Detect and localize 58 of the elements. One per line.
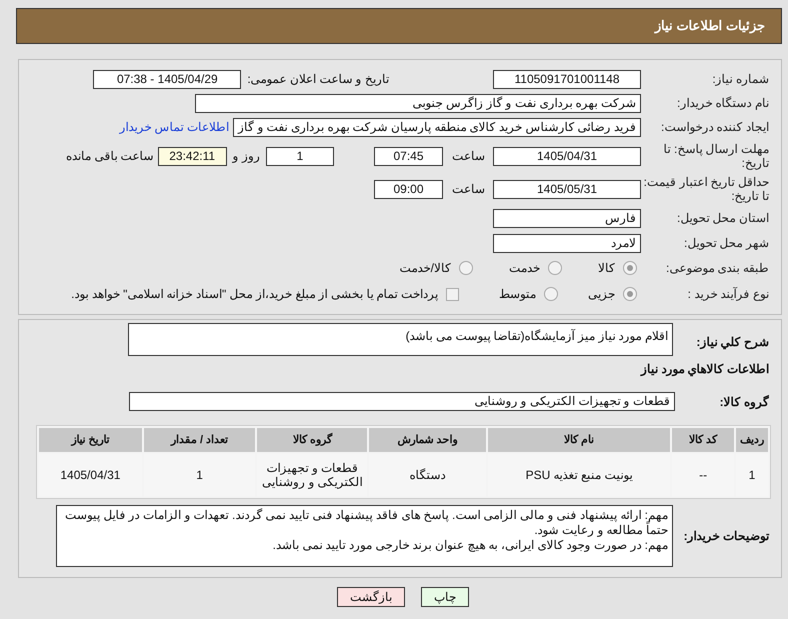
- field-label: تاریخ و ساعت اعلان عمومی:: [247, 71, 389, 88]
- radio-button[interactable]: [544, 287, 558, 301]
- text-field[interactable]: 1105091701001148: [493, 70, 641, 88]
- column-header: نام کالا: [488, 428, 670, 452]
- field-label: طبقه بندی موضوعی:: [664, 261, 769, 275]
- field-label: گروه کالا:: [718, 394, 769, 410]
- field-label: مهلت ارسال پاسخ: تا تاریخ:: [662, 142, 769, 170]
- text-field[interactable]: لامرد: [493, 234, 641, 252]
- text-field[interactable]: 09:00: [374, 180, 443, 198]
- radio-button[interactable]: [623, 261, 637, 275]
- field-label: نام دستگاه خریدار:: [676, 96, 769, 110]
- field-label: استان محل تحویل:: [676, 211, 769, 225]
- field-label: ایجاد کننده درخواست:: [660, 120, 769, 134]
- text-field[interactable]: 1405/05/31: [493, 180, 641, 198]
- note-text: مهم: ارائه پیشنهاد فنی و مالی الزامی است. پاسخ های فاقد پیشنهاد فنی تایید نمی گردند. تعهدات و الزامات در فایل پیوست حتماً مطالعه و رعایت شود.: [64, 508, 668, 538]
- note-text: مهم: در صورت وجود کالای ایرانی، به هیچ عنوان برند خارجی مورد تایید نمی باشد.: [272, 538, 668, 553]
- field-label: شماره نیاز:: [711, 72, 769, 86]
- radio-label: جزیی: [588, 286, 615, 303]
- column-header: واحد شمارش: [369, 428, 486, 452]
- text-field[interactable]: فارس: [493, 208, 641, 228]
- text-field[interactable]: 23:42:11: [158, 146, 227, 166]
- text-field[interactable]: 1405/04/29 - 07:38: [93, 70, 242, 88]
- radio-button[interactable]: [548, 261, 562, 275]
- field-label: شهر محل تحویل:: [682, 236, 769, 250]
- field-label: نوع فرآیند خرید :: [686, 287, 769, 301]
- column-header: تاریخ نیاز: [39, 428, 142, 452]
- radio-button[interactable]: [459, 261, 473, 275]
- checkbox[interactable]: [446, 288, 459, 300]
- notes-box[interactable]: [56, 505, 673, 567]
- radio-label: متوسط: [499, 286, 536, 303]
- text-field[interactable]: فرید رضائی کارشناس خرید کالای منطقه پارسیان شرکت بهره برداری نفت و گاز: [232, 118, 641, 136]
- column-header: کد کالا: [672, 428, 734, 452]
- field-label: روز و: [232, 148, 260, 165]
- radio-label: خدمت: [509, 260, 540, 277]
- radio-label: کالا/خدمت: [400, 260, 451, 277]
- column-header: ردیف: [736, 428, 768, 452]
- field-label: شرح کلي نياز:: [695, 334, 769, 351]
- field-label: توضیحات خریدار:: [682, 528, 769, 545]
- group-field[interactable]: قطعات و تجهیزات الکتریکی و روشنایی: [129, 392, 675, 411]
- radio-label: کالا: [598, 260, 615, 277]
- text-field[interactable]: 1405/04/31: [493, 146, 641, 166]
- column-header: تعداد / مقدار: [144, 428, 256, 452]
- field-label: حداقل تاریخ اعتبار قیمت: تا تاریخ:: [642, 175, 769, 203]
- description-box[interactable]: اقلام مورد نیاز میز آزمایشگاه(تقاضا پیوست می باشد): [128, 323, 673, 356]
- text-field[interactable]: 07:45: [374, 146, 443, 166]
- contact-link[interactable]: اطلاعات تماس خریدار: [119, 118, 229, 136]
- radio-button[interactable]: [623, 287, 637, 301]
- page-title: جزئیات اطلاعات نیاز: [654, 17, 765, 36]
- field-label: ساعت: [451, 181, 485, 198]
- column-header: گروه کالا: [257, 428, 368, 452]
- section-heading: اطلاعات كالاهاي مورد نياز: [639, 361, 769, 378]
- field-label: ساعت: [451, 148, 485, 165]
- checkbox-label: پرداخت تمام یا بخشی از مبلغ خرید،از محل "اسناد خزانه اسلامی" خواهد بود.: [71, 286, 438, 303]
- back-button[interactable]: بازگشت: [337, 587, 405, 607]
- text-field[interactable]: 1: [266, 146, 334, 166]
- field-label: ساعت باقی مانده: [66, 148, 154, 165]
- text-field[interactable]: شرکت بهره برداری نفت و گاز زاگرس جنوبی: [195, 94, 641, 112]
- print-button[interactable]: چاپ: [421, 587, 469, 607]
